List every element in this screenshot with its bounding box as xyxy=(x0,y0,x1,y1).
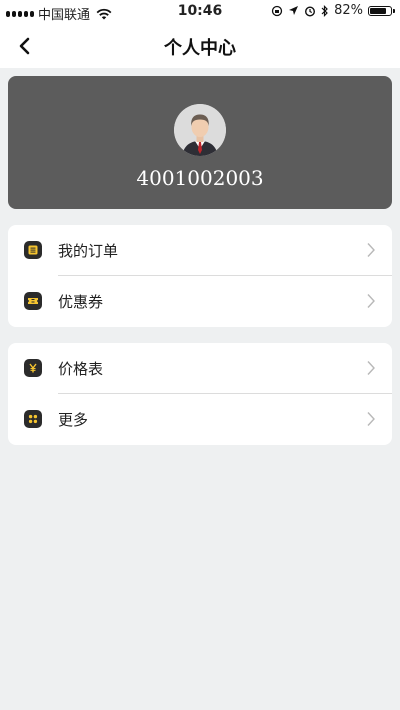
more-icon xyxy=(24,410,42,428)
chevron-right-icon xyxy=(367,412,375,426)
nav-bar: 个人中心 xyxy=(0,24,400,68)
menu-label-more: 更多 xyxy=(58,411,89,429)
menu-group-more: 价格表 更多 xyxy=(8,343,392,445)
alarm-icon xyxy=(305,5,316,17)
chevron-right-icon xyxy=(367,294,375,308)
profile-card: 4001002003 xyxy=(8,76,392,209)
bluetooth-icon xyxy=(321,4,328,17)
menu-label-price-list: 价格表 xyxy=(58,360,104,378)
menu-label-orders: 我的订单 xyxy=(58,242,119,260)
menu-item-more[interactable]: 更多 xyxy=(8,394,392,445)
avatar-businessman-icon xyxy=(174,104,226,156)
menu-item-orders[interactable]: 我的订单 xyxy=(8,225,392,276)
chevron-right-icon xyxy=(367,361,375,375)
yen-icon xyxy=(24,359,42,377)
page-title: 个人中心 xyxy=(164,38,236,59)
menu-group-orders: 我的订单 优惠券 xyxy=(8,225,392,327)
location-icon xyxy=(289,6,299,15)
battery-level-fill xyxy=(370,7,387,14)
user-id: 4001002003 xyxy=(136,166,264,190)
rotation-lock-icon xyxy=(271,5,283,16)
chevron-right-icon xyxy=(367,243,375,257)
status-right: 82% xyxy=(271,3,395,18)
coupon-icon xyxy=(24,292,42,310)
battery-percent: 82% xyxy=(334,3,363,18)
order-icon xyxy=(24,241,42,259)
status-bar: 中国联通 10:46 82% xyxy=(0,0,400,24)
menu-label-coupons: 优惠券 xyxy=(58,293,104,311)
menu-item-price-list[interactable]: 价格表 xyxy=(8,343,392,394)
avatar[interactable] xyxy=(174,104,226,156)
menu-item-coupons[interactable]: 优惠券 xyxy=(8,276,392,327)
battery-icon xyxy=(368,5,395,16)
